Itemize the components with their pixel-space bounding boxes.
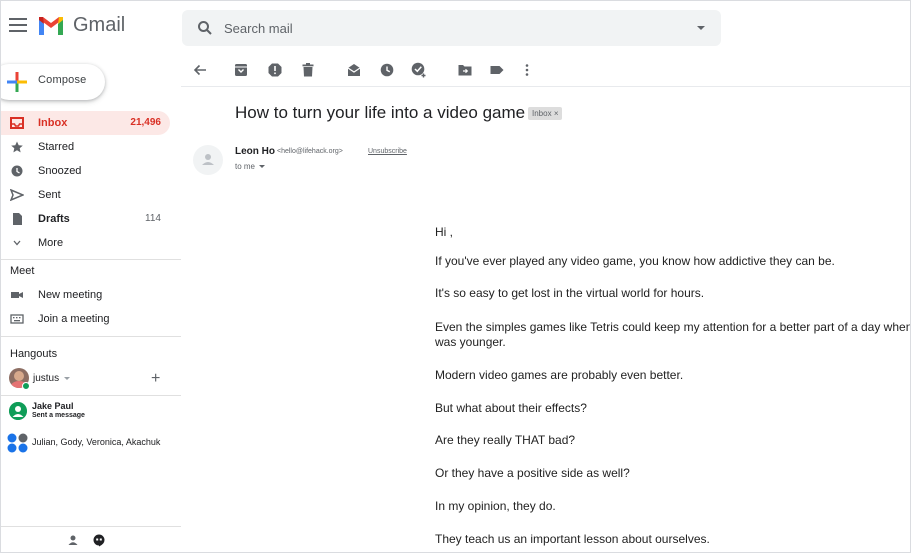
email-body-paragraph: Modern video games are probably even bet… — [435, 368, 684, 382]
sender-avatar — [193, 145, 223, 175]
search-bar[interactable] — [182, 10, 721, 46]
label-icon[interactable] — [489, 62, 505, 78]
sidebar-item-starred[interactable]: Starred — [1, 135, 170, 159]
email-body-paragraph: They teach us an important lesson about … — [435, 532, 710, 546]
drafts-count: 114 — [145, 213, 161, 224]
search-input[interactable] — [224, 18, 664, 38]
recipient-details[interactable]: to me — [235, 162, 266, 171]
email-body-paragraph: Or they have a positive side as well? — [435, 466, 630, 480]
sidebar-divider — [1, 259, 181, 260]
sidebar-item-label: Drafts — [38, 213, 70, 225]
email-body-paragraph: Even the simples games like Tetris could… — [435, 320, 911, 334]
sidebar-item-join-meeting[interactable]: Join a meeting — [1, 307, 170, 331]
group-avatar-icon — [7, 433, 28, 453]
sidebar-item-label: Sent — [38, 189, 61, 201]
more-options-icon[interactable] — [519, 62, 535, 78]
unsubscribe-link[interactable]: Unsubscribe — [368, 148, 407, 155]
email-body-paragraph: It's so easy to get lost in the virtual … — [435, 286, 705, 300]
email-body-paragraph: In my opinion, they do. — [435, 499, 556, 513]
sidebar-item-label: Starred — [38, 141, 75, 153]
contact-name: Jake Paul — [32, 401, 74, 411]
message-toolbar — [181, 53, 910, 87]
hangouts-section-title: Hangouts — [10, 348, 58, 360]
inbox-label-chip[interactable]: Inbox × — [528, 107, 563, 120]
sidebar-divider — [1, 395, 181, 396]
clock-icon — [11, 165, 23, 177]
sidebar-item-label: Inbox — [38, 117, 68, 129]
search-options-icon[interactable] — [697, 26, 705, 30]
compose-label: Compose — [38, 74, 87, 86]
email-body-paragraph: was younger. — [435, 335, 506, 349]
app-name: Gmail — [73, 14, 126, 36]
hangouts-chat-icon[interactable] — [93, 534, 105, 547]
sidebar-item-label: More — [38, 237, 64, 249]
compose-plus-icon — [7, 72, 27, 92]
compose-button[interactable]: Compose — [1, 64, 105, 100]
group-name: Julian, Gody, Veronica, Akachuk — [32, 437, 161, 447]
email-body-paragraph: But what about their effects? — [435, 401, 587, 415]
sidebar-item-drafts[interactable]: Drafts 114 — [1, 207, 170, 231]
email-body-paragraph: If you've ever played any video game, yo… — [435, 254, 835, 268]
mark-unread-icon[interactable] — [346, 62, 362, 78]
draft-icon — [13, 213, 22, 225]
new-conversation-plus-icon[interactable]: + — [151, 370, 160, 388]
sidebar-item-label: New meeting — [38, 289, 103, 301]
hangouts-contact[interactable]: Jake Paul Sent a message — [1, 397, 181, 427]
sidebar-item-label: Join a meeting — [38, 313, 110, 325]
top-bar: Gmail — [1, 1, 910, 53]
unread-count: 21,496 — [130, 117, 161, 128]
sender-name: Leon Ho — [235, 146, 275, 157]
delete-icon[interactable] — [300, 62, 316, 78]
star-icon — [11, 141, 23, 153]
move-to-icon[interactable] — [457, 62, 473, 78]
gmail-logo[interactable]: Gmail — [37, 14, 125, 37]
main-menu-icon[interactable] — [9, 18, 27, 32]
send-icon — [10, 189, 24, 201]
sidebar-footer — [1, 526, 181, 552]
sidebar: Compose Inbox 21,496 Starred Snoozed Sen… — [1, 53, 181, 552]
email-subject: How to turn your life into a video game — [235, 103, 526, 122]
archive-icon[interactable] — [233, 62, 249, 78]
gmail-m-icon — [39, 16, 63, 35]
sidebar-item-sent[interactable]: Sent — [1, 183, 170, 207]
gmail-window: Gmail Compose Inbox — [0, 0, 911, 553]
meet-section-title: Meet — [10, 265, 35, 277]
sidebar-item-inbox[interactable]: Inbox 21,496 — [1, 111, 170, 135]
online-status-icon — [22, 382, 30, 390]
search-icon[interactable] — [197, 20, 213, 36]
label-chip-text: Inbox — [532, 109, 552, 118]
contacts-icon[interactable] — [67, 534, 79, 546]
back-arrow-icon[interactable] — [192, 62, 208, 78]
keyboard-icon — [10, 314, 24, 324]
remove-label-icon[interactable]: × — [554, 109, 559, 118]
video-icon — [11, 292, 23, 298]
email-body-paragraph: Hi , — [435, 225, 453, 239]
inbox-icon — [10, 117, 24, 129]
sidebar-divider — [1, 336, 181, 337]
sidebar-item-more[interactable]: More — [1, 231, 170, 255]
chevron-down-icon — [13, 240, 21, 246]
hangouts-user-name: justus — [33, 373, 60, 384]
sidebar-item-new-meeting[interactable]: New meeting — [1, 283, 170, 307]
details-dropdown-icon[interactable] — [259, 165, 266, 169]
status-dropdown-icon[interactable] — [64, 377, 70, 380]
add-to-tasks-icon[interactable] — [411, 62, 427, 78]
sender-email: <hello@lifehack.org> — [277, 148, 343, 155]
hangouts-group[interactable]: Julian, Gody, Veronica, Akachuk — [1, 427, 181, 457]
snooze-icon[interactable] — [379, 62, 395, 78]
recipient-text: to me — [235, 162, 256, 171]
report-spam-icon[interactable] — [267, 62, 283, 78]
contact-status: Sent a message — [32, 412, 85, 419]
person-icon — [202, 154, 214, 165]
email-body-paragraph: Are they really THAT bad? — [435, 433, 576, 447]
sidebar-item-snoozed[interactable]: Snoozed — [1, 159, 170, 183]
contact-avatar-icon — [9, 402, 27, 420]
sidebar-item-label: Snoozed — [38, 165, 82, 177]
hangouts-user[interactable]: justus + — [1, 366, 181, 392]
